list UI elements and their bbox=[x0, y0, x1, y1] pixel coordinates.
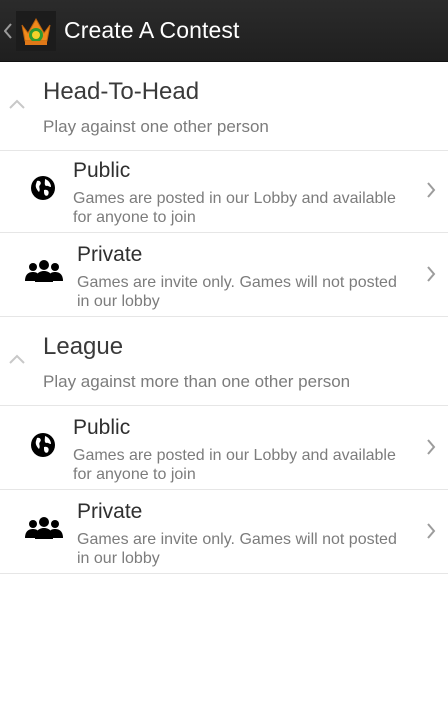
item-description: Games are invite only. Games will not po… bbox=[77, 531, 397, 567]
item-description: Games are posted in our Lobby and availa… bbox=[73, 190, 396, 226]
screen-title: Create A Contest bbox=[64, 17, 240, 43]
item-title: Private bbox=[77, 243, 143, 266]
list-item-h2h-public[interactable]: Public Games are posted in our Lobby and… bbox=[0, 149, 448, 233]
group-icon bbox=[25, 517, 63, 539]
section-title: Head-To-Head bbox=[43, 78, 200, 105]
globe-icon bbox=[31, 176, 55, 200]
list-item-league-private[interactable]: Private Games are invite only. Games wil… bbox=[0, 490, 448, 574]
crown-logo-icon[interactable] bbox=[16, 10, 56, 51]
section-subtitle: Play against more than one other person bbox=[43, 372, 351, 391]
item-description: Games are posted in our Lobby and availa… bbox=[73, 447, 396, 483]
list-item-h2h-private[interactable]: Private Games are invite only. Games wil… bbox=[0, 233, 448, 317]
chevron-right-icon bbox=[427, 439, 436, 455]
chevron-right-icon bbox=[427, 266, 436, 282]
chevron-right-icon bbox=[427, 182, 436, 198]
list-item-league-public[interactable]: Public Games are posted in our Lobby and… bbox=[0, 406, 448, 490]
section-title: League bbox=[43, 333, 124, 360]
chevron-up-icon[interactable] bbox=[8, 98, 26, 110]
action-bar: Create A Contest bbox=[0, 0, 448, 62]
item-title: Public bbox=[73, 416, 131, 439]
chevron-right-icon bbox=[427, 523, 436, 539]
item-title: Private bbox=[77, 500, 143, 523]
item-description: Games are invite only. Games will not po… bbox=[77, 274, 397, 310]
section-league[interactable]: League Play against more than one other … bbox=[0, 317, 448, 406]
globe-icon bbox=[31, 433, 55, 457]
chevron-up-icon[interactable] bbox=[8, 353, 26, 365]
section-subtitle: Play against one other person bbox=[43, 117, 269, 136]
section-head-to-head[interactable]: Head-To-Head Play against one other pers… bbox=[0, 62, 448, 151]
item-title: Public bbox=[73, 159, 131, 182]
group-icon bbox=[25, 260, 63, 282]
chevron-left-icon[interactable] bbox=[2, 22, 14, 39]
